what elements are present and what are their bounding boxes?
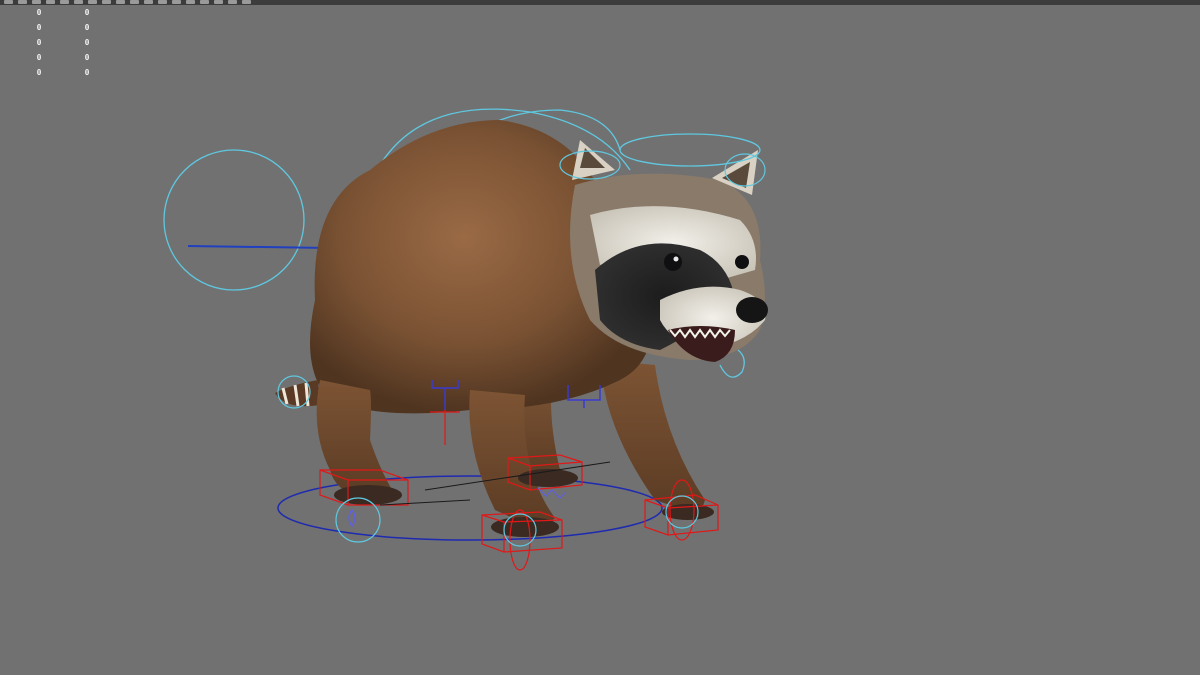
head-control[interactable] (619, 133, 761, 167)
paw-back-near (334, 485, 402, 505)
3d-viewport[interactable] (0, 0, 1200, 675)
tail-control[interactable] (163, 149, 305, 291)
world-root-control[interactable] (277, 475, 663, 541)
pole-vector-marker[interactable] (537, 487, 567, 499)
front-leg-far (600, 360, 705, 515)
pole-vector-marker[interactable] (348, 509, 356, 528)
tail-axis-line (187, 245, 331, 249)
raccoon-head (570, 140, 768, 362)
